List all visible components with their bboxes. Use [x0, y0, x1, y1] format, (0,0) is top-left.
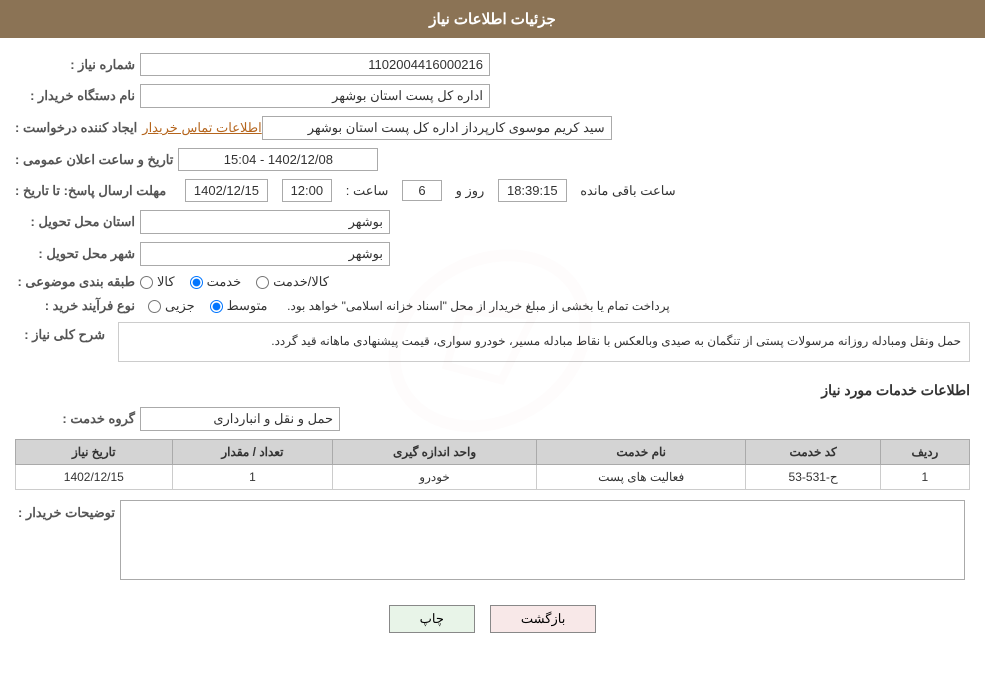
category-khedmat[interactable]: خدمت [190, 274, 242, 290]
description-label: شرح کلی نیاز : [15, 322, 105, 343]
remaining-time-value: 18:39:15 [498, 179, 567, 202]
days-value: 6 [402, 180, 442, 201]
process-motavaset[interactable]: متوسط [210, 298, 268, 314]
buttons-row: بازگشت چاپ [15, 595, 970, 643]
category-kala[interactable]: کالا [140, 274, 175, 290]
buyer-notes-label: توضیحات خریدار : [15, 500, 115, 521]
description-text: حمل ونقل ومبادله روزانه مرسولات پستی از … [118, 322, 970, 362]
buyer-org-label: نام دستگاه خریدار : [15, 88, 135, 104]
delivery-province-row: بوشهر استان محل تحویل : [15, 210, 970, 234]
cell-quantity: 1 [172, 464, 333, 489]
kala-khedmat-radio[interactable] [256, 276, 269, 289]
services-section: اطلاعات خدمات مورد نیاز حمل و نقل و انبا… [15, 382, 970, 490]
process-radio-group: متوسط جزیی [148, 298, 268, 314]
category-kala-khedmat[interactable]: کالا/خدمت [256, 274, 329, 290]
announce-date-row: 1402/12/08 - 15:04 تاریخ و ساعت اعلان عم… [15, 148, 970, 171]
col-service-name: نام خدمت [536, 439, 746, 464]
service-group-label: گروه خدمت : [15, 411, 135, 427]
category-label: طبقه بندی موضوعی : [15, 274, 135, 290]
kala-label: کالا [157, 274, 175, 290]
cell-need-date: 1402/12/15 [16, 464, 173, 489]
process-note: پرداخت تمام یا بخشی از مبلغ خریدار از مح… [287, 299, 670, 313]
col-need-date: تاریخ نیاز [16, 439, 173, 464]
delivery-province-value: بوشهر [140, 210, 390, 234]
col-row-num: ردیف [880, 439, 969, 464]
page-header: جزئیات اطلاعات نیاز [0, 0, 985, 38]
service-group-value: حمل و نقل و انبارداری [140, 407, 340, 431]
time-label: ساعت : [346, 183, 389, 199]
services-table: ردیف کد خدمت نام خدمت واحد اندازه گیری ت… [15, 439, 970, 490]
kala-radio[interactable] [140, 276, 153, 289]
process-label: نوع فرآیند خرید : [15, 298, 135, 314]
days-label: روز و [456, 183, 485, 199]
cell-service-name: فعالیت های پست [536, 464, 746, 489]
process-type-row: پرداخت تمام یا بخشی از مبلغ خریدار از مح… [15, 298, 970, 314]
page-title: جزئیات اطلاعات نیاز [429, 11, 556, 28]
khedmat-radio[interactable] [190, 276, 203, 289]
jozee-radio[interactable] [148, 300, 161, 313]
service-group-row: حمل و نقل و انبارداری گروه خدمت : [15, 407, 970, 431]
col-quantity: تعداد / مقدار [172, 439, 333, 464]
announce-date-label: تاریخ و ساعت اعلان عمومی : [15, 152, 173, 168]
need-number-label: شماره نیاز : [15, 57, 135, 73]
table-row: 1 ح-531-53 فعالیت های پست خودرو 1 1402/1… [16, 464, 970, 489]
contact-link[interactable]: اطلاعات تماس خریدار [142, 120, 261, 136]
col-service-code: کد خدمت [746, 439, 880, 464]
delivery-city-label: شهر محل تحویل : [15, 246, 135, 262]
remaining-time-label: ساعت باقی مانده [580, 183, 675, 199]
services-section-title: اطلاعات خدمات مورد نیاز [15, 382, 970, 399]
need-number-value: 1102004416000216 [140, 53, 490, 76]
motavaset-label: متوسط [227, 298, 268, 314]
cell-unit: خودرو [333, 464, 537, 489]
back-button[interactable]: بازگشت [490, 605, 596, 633]
process-jozee[interactable]: جزیی [148, 298, 195, 314]
announce-date-value: 1402/12/08 - 15:04 [178, 148, 378, 171]
requester-row: سید کریم موسوی کارپرداز اداره کل پست است… [15, 116, 970, 140]
buyer-org-row: اداره کل پست استان بوشهر نام دستگاه خرید… [15, 84, 970, 108]
motavaset-radio[interactable] [210, 300, 223, 313]
delivery-province-label: استان محل تحویل : [15, 214, 135, 230]
cell-row-num: 1 [880, 464, 969, 489]
cell-service-code: ح-531-53 [746, 464, 880, 489]
response-deadline-row: ساعت باقی مانده 18:39:15 روز و 6 ساعت : … [15, 179, 970, 202]
delivery-city-row: بوشهر شهر محل تحویل : [15, 242, 970, 266]
time-value: 12:00 [282, 179, 333, 202]
col-unit: واحد اندازه گیری [333, 439, 537, 464]
khedmat-label: خدمت [207, 274, 242, 290]
jozee-label: جزیی [165, 298, 195, 314]
category-row: کالا/خدمت خدمت کالا طبقه بندی موضوعی : [15, 274, 970, 290]
buyer-notes-textarea[interactable] [120, 500, 965, 580]
requester-label: ایجاد کننده درخواست : [15, 120, 137, 136]
response-deadline-label: مهلت ارسال پاسخ: تا تاریخ : [15, 183, 166, 199]
category-radio-group: کالا/خدمت خدمت کالا [140, 274, 329, 290]
need-number-row: 1102004416000216 شماره نیاز : [15, 53, 970, 76]
kala-khedmat-label: کالا/خدمت [273, 274, 329, 290]
response-date-value: 1402/12/15 [185, 179, 268, 202]
delivery-city-value: بوشهر [140, 242, 390, 266]
buyer-notes-row: توضیحات خریدار : [15, 500, 970, 580]
buyer-org-value: اداره کل پست استان بوشهر [140, 84, 490, 108]
requester-value: سید کریم موسوی کارپرداز اداره کل پست است… [262, 116, 612, 140]
print-button[interactable]: چاپ [389, 605, 475, 633]
